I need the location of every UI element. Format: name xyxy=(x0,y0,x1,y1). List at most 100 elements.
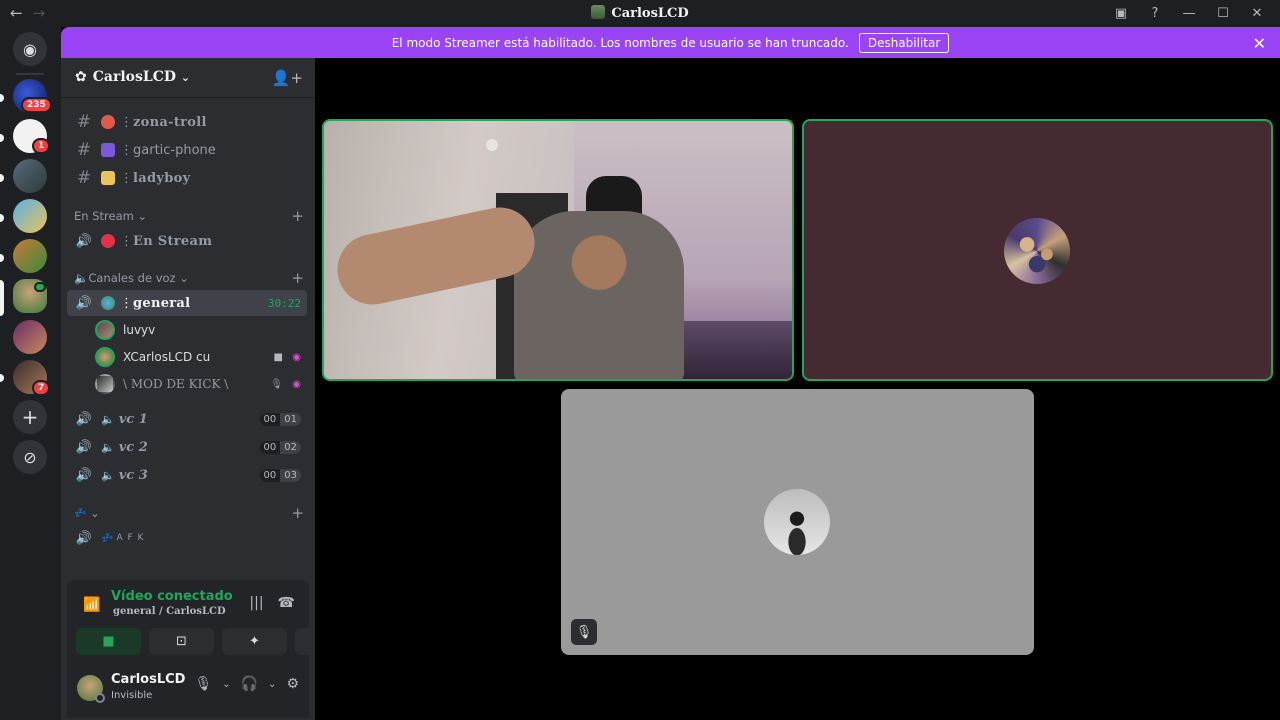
speaker-emoji-icon: 🔈 xyxy=(101,412,115,426)
username[interactable]: CarlosLCD xyxy=(111,672,185,687)
headphones-icon[interactable]: 🎧 xyxy=(241,676,258,692)
channel-ladyboy[interactable]: # ⋮ ladyboy xyxy=(67,165,307,191)
microphone-icon[interactable]: 🎙 xyxy=(194,676,212,692)
mention-badge: 235 xyxy=(21,97,52,113)
channel-zona-troll[interactable]: # ⋮ zona-troll xyxy=(67,109,307,135)
signal-icon[interactable]: 📶 xyxy=(83,597,100,613)
minimize-button[interactable]: — xyxy=(1172,3,1206,23)
inbox-icon[interactable]: ▣ xyxy=(1104,3,1138,23)
avatar xyxy=(95,374,115,394)
user-count: 00 xyxy=(263,441,277,453)
video-tile-avatar[interactable] xyxy=(802,119,1273,381)
video-stage: 🎙 xyxy=(315,58,1280,720)
channel-name: ladyboy xyxy=(133,170,191,186)
muted-mic-icon: 🎙 xyxy=(571,619,597,645)
disconnect-icon[interactable]: ☎ xyxy=(278,595,295,611)
hash-icon: # xyxy=(76,140,92,160)
maximize-button[interactable]: ☐ xyxy=(1206,3,1240,23)
add-server-icon[interactable]: + xyxy=(13,400,47,434)
activity-icon: ◉ xyxy=(292,351,301,363)
video-tile-camera[interactable] xyxy=(322,119,794,381)
speaker-icon: 🔈 xyxy=(74,271,89,285)
verified-icon: ✿ xyxy=(75,69,87,85)
create-channel-icon[interactable]: + xyxy=(291,207,304,225)
server-icon xyxy=(591,5,606,19)
channel-en-stream[interactable]: 🔊 ⋮ En Stream xyxy=(67,228,307,254)
participant-avatar xyxy=(764,489,830,555)
chevron-down-icon: ⌄ xyxy=(90,506,100,520)
channel-vc-2[interactable]: 🔊 🔈 vc 2 00 02 xyxy=(67,434,307,460)
server-icon-5[interactable] xyxy=(13,239,47,273)
server-name-text: CarlosLCD xyxy=(92,69,176,85)
create-channel-icon[interactable]: + xyxy=(291,269,304,287)
channel-prefix: ⋮ xyxy=(120,170,133,186)
help-icon[interactable]: ? xyxy=(1138,3,1172,23)
user-limit: 03 xyxy=(280,468,301,482)
speaker-icon: 🔊 xyxy=(75,233,93,249)
noise-suppression-icon[interactable]: ||| xyxy=(249,595,263,611)
voice-member[interactable]: XCarlosLCD cu ■ ◉ xyxy=(95,345,305,369)
connection-location[interactable]: general / CarlosLCD xyxy=(113,606,226,617)
connection-status[interactable]: Vídeo conectado xyxy=(111,589,233,604)
speaker-emoji-icon: 🔈 xyxy=(101,468,115,482)
user-limit: 02 xyxy=(280,440,301,454)
close-icon[interactable]: ✕ xyxy=(1253,34,1266,53)
window-title: CarlosLCD xyxy=(0,5,1280,21)
avatar xyxy=(95,320,115,340)
category-afk[interactable]: 💤 ⌄ + xyxy=(74,504,304,522)
call-timer: 30:22 xyxy=(267,296,301,310)
chevron-down-icon: ⌄ xyxy=(179,271,189,285)
channel-emoji-icon xyxy=(101,171,115,185)
channel-vc-1[interactable]: 🔊 🔈 vc 1 00 01 xyxy=(67,406,307,432)
server-name: ✿ CarlosLCD ⌄ xyxy=(75,69,190,85)
member-name: \ MOD DE KICK \ xyxy=(123,377,229,391)
title-bar: ← → CarlosLCD ▣ ? — ☐ ✕ xyxy=(0,0,1280,27)
unread-pill xyxy=(0,94,4,102)
channel-prefix: ⋮ xyxy=(120,142,133,158)
screen-share-button[interactable]: ⊡ xyxy=(149,628,214,655)
voice-member[interactable]: \ MOD DE KICK \ 🎙 ◉ xyxy=(95,372,305,396)
user-limit-pill: 00 01 xyxy=(259,412,301,426)
channel-afk[interactable]: 🔊 💤 A F K xyxy=(67,525,307,551)
user-limit-pill: 00 03 xyxy=(259,468,301,482)
activities-button[interactable]: ✦ xyxy=(222,628,287,655)
server-header[interactable]: ✿ CarlosLCD ⌄ 👤+ xyxy=(61,58,315,98)
speaker-icon: 🔊 xyxy=(75,439,93,455)
unread-pill xyxy=(0,134,4,142)
server-icon-4[interactable] xyxy=(13,199,47,233)
channel-emoji-icon xyxy=(101,115,115,129)
user-controls: 🎙 ⌄ 🎧 ⌄ ⚙ xyxy=(194,676,299,692)
invite-people-icon[interactable]: 👤+ xyxy=(272,69,303,87)
chevron-down-icon[interactable]: ⌄ xyxy=(268,679,276,690)
channel-general[interactable]: 🔊 ⋮ general 30:22 xyxy=(67,290,307,316)
disable-streamer-button[interactable]: Deshabilitar xyxy=(858,32,950,53)
video-tile-muted[interactable]: 🎙 xyxy=(561,389,1034,655)
category-label: Canales de voz xyxy=(88,271,176,285)
channel-vc-3[interactable]: 🔊 🔈 vc 3 00 03 xyxy=(67,462,307,488)
camera-button[interactable]: ■ xyxy=(76,628,141,655)
server-rail: ◉ 235 1 7 + ⊘ xyxy=(0,27,61,720)
chevron-down-icon[interactable]: ⌄ xyxy=(222,679,230,690)
user-count: 00 xyxy=(263,469,277,481)
sleep-icon: 💤 xyxy=(101,532,114,544)
server-icon-7[interactable] xyxy=(13,320,47,354)
channel-prefix: ⋮ xyxy=(120,233,133,249)
close-window-button[interactable]: ✕ xyxy=(1240,3,1274,23)
server-icon-3[interactable] xyxy=(13,159,47,193)
speaker-icon: 🔊 xyxy=(75,411,93,427)
discord-home-icon[interactable]: ◉ xyxy=(13,32,47,66)
speaker-icon: 🔊 xyxy=(75,530,93,546)
status-indicator xyxy=(95,693,105,703)
category-en-stream[interactable]: En Stream ⌄ + xyxy=(74,207,304,225)
channel-gartic-phone[interactable]: # ⋮ gartic-phone xyxy=(67,137,307,163)
channel-sidebar: ✿ CarlosLCD ⌄ 👤+ # ⋮ zona-troll # ⋮ garti… xyxy=(61,58,360,720)
voice-member[interactable]: luvyv xyxy=(95,318,155,342)
category-canales-de-voz[interactable]: 🔈 Canales de voz ⌄ + xyxy=(74,269,304,287)
create-channel-icon[interactable]: + xyxy=(291,504,304,522)
activity-icon: ◉ xyxy=(292,378,301,390)
settings-icon[interactable]: ⚙ xyxy=(286,676,299,692)
channel-name: En Stream xyxy=(133,233,213,249)
channel-name: A F K xyxy=(116,533,145,543)
unread-pill xyxy=(0,374,4,382)
discover-icon[interactable]: ⊘ xyxy=(13,440,47,474)
